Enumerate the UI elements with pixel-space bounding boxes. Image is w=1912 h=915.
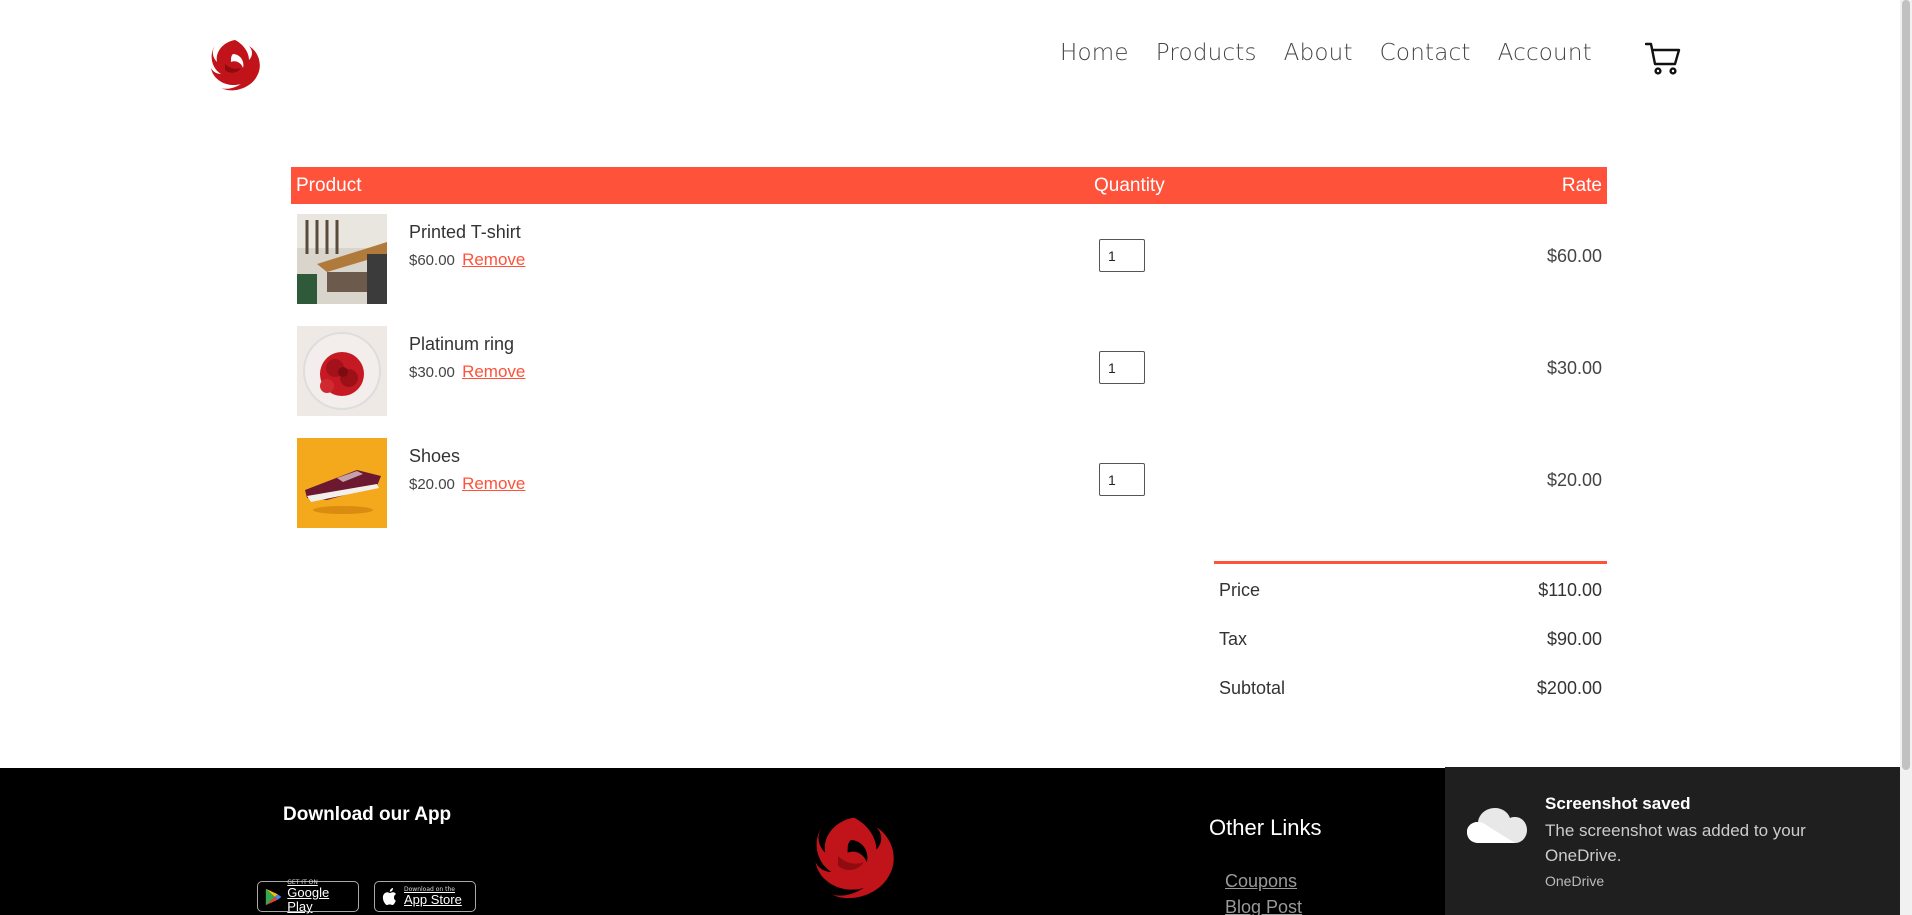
site-header: Home Products About Contact Account [0,0,1900,120]
product-thumbnail [297,214,387,304]
main-nav: Home Products About Contact Account [1060,40,1619,66]
cart-row: Printed T-shirt $60.00 Remove $60.00 [291,204,1607,316]
other-links-title: Other Links [1209,815,1322,840]
nav-about[interactable]: About [1284,40,1353,66]
header-rate: Rate [1561,174,1602,196]
footer-link-coupons[interactable]: Coupons [1225,871,1297,892]
product-thumbnail [297,438,387,528]
total-label: Tax [1219,629,1248,649]
phoenix-logo-icon [815,817,894,899]
total-label: Subtotal [1219,678,1286,698]
screenshot-toast[interactable]: Screenshot saved The screenshot was adde… [1445,767,1900,915]
cart-table: Product Quantity Rate Printed T-shirt $6… [291,167,1607,540]
phoenix-logo-icon[interactable] [205,34,265,94]
remove-link[interactable]: Remove [462,474,525,493]
product-name: Platinum ring [409,334,515,354]
toast-body: The screenshot was added to your OneDriv… [1545,821,1806,865]
google-play-icon [265,888,282,905]
nav-account[interactable]: Account [1498,40,1592,66]
google-play-big: Google Play [287,885,330,914]
cart-row: Shoes $20.00 Remove $20.00 [291,428,1607,540]
header-quantity: Quantity [1094,174,1165,196]
header-product: Product [296,174,362,196]
cart-row: Platinum ring $30.00 Remove $30.00 [291,316,1607,428]
row-rate: $60.00 [1546,246,1602,266]
quantity-input[interactable] [1099,239,1145,272]
total-row-price: Price $110.00 [1214,566,1607,615]
app-store-button[interactable]: Download on the App Store [374,881,476,912]
toast-title: Screenshot saved [1545,794,1691,813]
row-rate: $20.00 [1546,470,1602,490]
row-rate: $30.00 [1546,358,1602,378]
product-thumbnail [297,326,387,416]
google-play-button[interactable]: GET IT ON Google Play [257,879,359,914]
total-row-subtotal: Subtotal $200.00 [1214,664,1607,713]
product-price-line: $30.00 Remove [409,362,525,382]
remove-link[interactable]: Remove [462,250,525,269]
product-name: Printed T-shirt [409,222,521,242]
quantity-input[interactable] [1099,463,1145,496]
onedrive-cloud-icon [1467,808,1527,843]
toast-source: OneDrive [1545,873,1605,889]
product-name: Shoes [409,446,461,466]
product-price: $30.00 [409,364,455,381]
scrollbar-thumb[interactable] [1902,0,1910,770]
total-value: $90.00 [1546,629,1602,649]
footer-link-blog-post[interactable]: Blog Post [1225,897,1302,915]
remove-link[interactable]: Remove [462,362,525,381]
total-label: Price [1219,580,1261,600]
apple-icon [382,887,396,905]
shopping-cart-icon[interactable] [1645,42,1681,76]
cart-totals: Price $110.00 Tax $90.00 Subtotal $200.0… [1214,561,1607,713]
page-scrollbar[interactable] [1900,0,1912,915]
product-price: $60.00 [409,252,455,269]
cart-table-header: Product Quantity Rate [291,167,1607,204]
app-store-big: App Store [404,892,462,907]
total-row-tax: Tax $90.00 [1214,615,1607,664]
download-app-title: Download our App [283,804,452,825]
quantity-input[interactable] [1099,351,1145,384]
total-value: $200.00 [1536,678,1602,698]
product-price-line: $20.00 Remove [409,474,525,494]
product-price: $20.00 [409,476,455,493]
nav-products[interactable]: Products [1156,40,1257,66]
product-price-line: $60.00 Remove [409,250,525,270]
nav-home[interactable]: Home [1060,40,1129,66]
total-value: $110.00 [1538,580,1602,600]
nav-contact[interactable]: Contact [1380,40,1471,66]
